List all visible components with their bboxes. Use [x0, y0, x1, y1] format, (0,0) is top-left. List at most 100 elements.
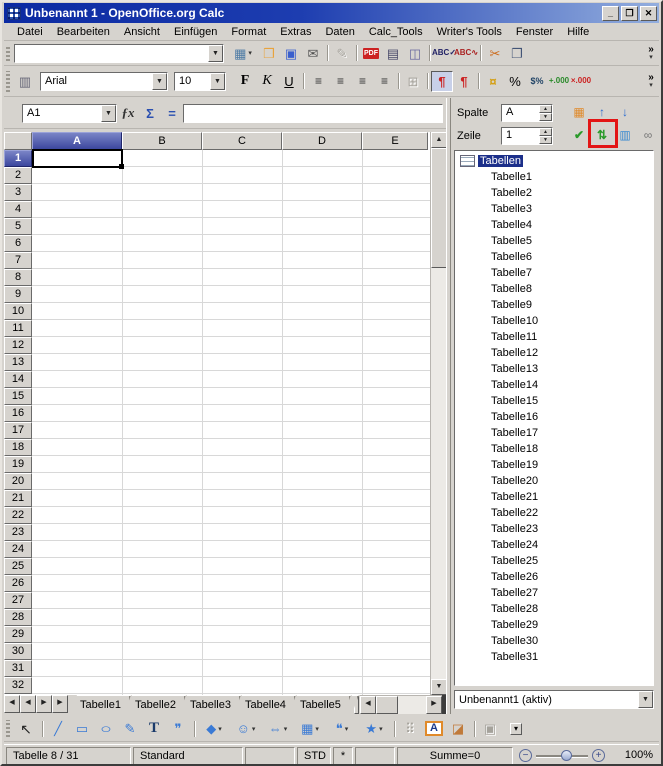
chevron-down-icon[interactable]: ▼ — [101, 104, 116, 122]
menu-item[interactable]: Fenster — [509, 25, 560, 39]
text-box-icon[interactable]: T — [142, 718, 166, 740]
function-wizard-icon[interactable]: ƒx — [117, 105, 139, 121]
text-direction-ltr-icon[interactable]: ¶ — [431, 70, 453, 92]
row-header[interactable]: 9 — [4, 286, 32, 303]
styles-icon[interactable]: ▥ — [14, 71, 36, 92]
navigator-sheet-item[interactable]: Tabelle28 — [455, 601, 653, 617]
toolbar-drag-handle[interactable] — [6, 719, 10, 738]
select-all-corner[interactable] — [4, 132, 32, 150]
document-selector[interactable]: Unbenannt1 (aktiv) ▼ — [454, 690, 654, 709]
row-header[interactable]: 12 — [4, 337, 32, 354]
row-header[interactable]: 14 — [4, 371, 32, 388]
toolbar-more-button[interactable]: ▾ — [504, 718, 528, 740]
navigator-sheet-item[interactable]: Tabelle6 — [455, 249, 653, 265]
navigator-sheet-item[interactable]: Tabelle22 — [455, 505, 653, 521]
chevron-down-icon[interactable]: ▼ — [152, 72, 167, 90]
first-sheet-button[interactable]: ◀ — [4, 695, 20, 713]
row-header[interactable]: 19 — [4, 456, 32, 473]
new-document-icon[interactable]: ▦ — [228, 43, 258, 64]
rectangle-icon[interactable]: ▭ — [70, 718, 94, 740]
sheet-tab[interactable]: Tabelle5 — [290, 695, 351, 714]
sheet-tab[interactable]: Tabelle2 — [125, 695, 186, 714]
navigator-sheet-item[interactable]: Tabelle12 — [455, 345, 653, 361]
menu-item[interactable]: Bearbeiten — [50, 25, 117, 39]
scenarios-icon[interactable]: ▥ — [615, 125, 635, 145]
column-header[interactable]: D — [282, 132, 362, 150]
navigator-sheet-item[interactable]: Tabelle7 — [455, 265, 653, 281]
row-header[interactable]: 8 — [4, 269, 32, 286]
navigator-sheet-item[interactable]: Tabelle4 — [455, 217, 653, 233]
row-header[interactable]: 16 — [4, 405, 32, 422]
row-header[interactable]: 3 — [4, 184, 32, 201]
navigator-sheet-item[interactable]: Tabelle26 — [455, 569, 653, 585]
sum-field[interactable]: Summe=0 — [397, 746, 513, 764]
save-icon[interactable]: ▣ — [280, 43, 302, 64]
close-button[interactable]: ✕ — [640, 5, 657, 21]
sum-icon[interactable]: Σ — [139, 106, 161, 121]
navigator-sheet-item[interactable]: Tabelle18 — [455, 441, 653, 457]
row-header[interactable]: 28 — [4, 609, 32, 626]
toolbar-drag-handle[interactable] — [6, 44, 10, 62]
menu-item[interactable]: Einfügen — [167, 25, 224, 39]
navigator-sheet-item[interactable]: Tabelle17 — [455, 425, 653, 441]
align-justify-icon[interactable]: ≡ — [373, 71, 395, 92]
sheet-tab[interactable]: Tabelle3 — [180, 695, 241, 714]
spin-up-icon[interactable]: ▲ — [539, 105, 552, 113]
navigator-sheet-item[interactable]: Tabelle13 — [455, 361, 653, 377]
chevron-down-icon[interactable]: ▼ — [210, 72, 225, 90]
delete-decimal-icon[interactable]: ×.000 — [570, 71, 592, 92]
row-header[interactable]: 6 — [4, 235, 32, 252]
function-equals-icon[interactable]: = — [161, 106, 183, 121]
horizontal-scrollbar[interactable]: ◀ ▶ — [359, 695, 442, 714]
column-header[interactable]: B — [122, 132, 202, 150]
freeform-line-icon[interactable]: ✎ — [118, 718, 142, 740]
row-header[interactable]: 18 — [4, 439, 32, 456]
scrollbar-thumb[interactable] — [431, 148, 446, 268]
zoom-out-icon[interactable]: − — [519, 749, 532, 762]
row-header[interactable]: 24 — [4, 541, 32, 558]
align-right-icon[interactable]: ≡ — [351, 71, 373, 92]
navigator-sheet-item[interactable]: Tabelle1 — [455, 169, 653, 185]
chevron-down-icon[interactable]: ▼ — [638, 691, 653, 708]
cell-area[interactable] — [32, 150, 430, 695]
scroll-up-icon[interactable]: ▲ — [431, 132, 446, 148]
open-icon[interactable]: ❒ — [258, 43, 280, 64]
copy-icon[interactable]: ❐ — [506, 43, 528, 64]
add-decimal-icon[interactable]: +.000 — [548, 71, 570, 92]
vertical-scrollbar[interactable]: ▲ ▼ — [430, 132, 446, 695]
menu-item[interactable]: Extras — [273, 25, 318, 39]
data-range-icon[interactable]: ▦ — [569, 102, 589, 122]
row-header[interactable]: 11 — [4, 320, 32, 337]
navigator-sheet-item[interactable]: Tabelle5 — [455, 233, 653, 249]
pdf-export-icon[interactable]: PDF — [360, 43, 382, 64]
fontwork-icon[interactable]: A — [422, 718, 446, 740]
zoom-in-icon[interactable]: + — [592, 749, 605, 762]
spellcheck-icon[interactable]: ABC✓ — [432, 43, 456, 64]
italic-button[interactable]: K — [256, 71, 278, 92]
toolbar-overflow-button[interactable]: » ▾ — [643, 45, 659, 62]
navigator-sheet-item[interactable]: Tabelle10 — [455, 313, 653, 329]
menu-item[interactable]: Datei — [10, 25, 50, 39]
navigator-sheet-item[interactable]: Tabelle27 — [455, 585, 653, 601]
zoom-slider[interactable]: − + — [513, 749, 611, 762]
email-icon[interactable]: ✉ — [302, 43, 324, 64]
row-header[interactable]: 26 — [4, 575, 32, 592]
end-icon[interactable]: ↓ — [615, 102, 635, 122]
menu-item[interactable]: Hilfe — [560, 25, 596, 39]
scroll-right-icon[interactable]: ▶ — [426, 696, 442, 714]
formula-input[interactable] — [183, 103, 443, 123]
navigator-sheet-item[interactable]: Tabelle2 — [455, 185, 653, 201]
row-spinner[interactable]: 1 ▲ ▼ — [501, 127, 553, 145]
navigator-sheet-item[interactable]: Tabelle16 — [455, 409, 653, 425]
line-icon[interactable]: ╱ — [46, 718, 70, 740]
navigator-sheet-item[interactable]: Tabelle21 — [455, 489, 653, 505]
row-header[interactable]: 4 — [4, 201, 32, 218]
row-header[interactable]: 22 — [4, 507, 32, 524]
menu-item[interactable]: Format — [224, 25, 273, 39]
load-url-combobox[interactable]: ▼ — [14, 43, 224, 63]
navigator-root-item[interactable]: Tabellen — [455, 153, 653, 169]
font-size-combobox[interactable]: 10 ▼ — [174, 71, 226, 91]
select-icon[interactable]: ↖ — [14, 718, 38, 740]
selection-mode-field[interactable]: STD — [297, 746, 331, 764]
title-bar[interactable]: Unbenannt 1 - OpenOffice.org Calc _ ❐ ✕ — [4, 3, 659, 23]
